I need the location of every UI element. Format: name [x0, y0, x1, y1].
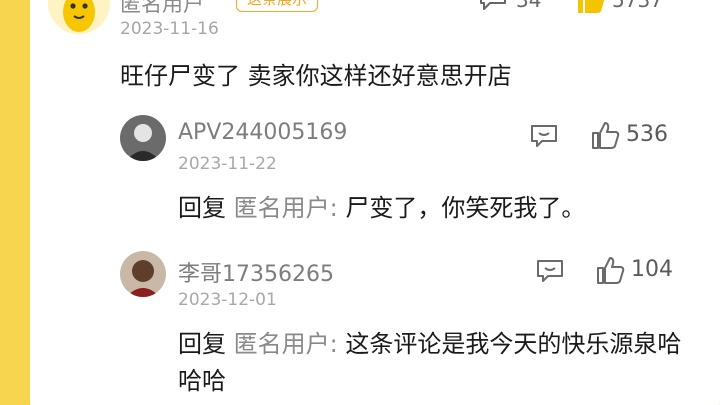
- reply-date: 2023-11-22: [178, 154, 277, 174]
- comment-username[interactable]: 匿名用户: [120, 0, 204, 18]
- thumbs-up-icon[interactable]: [590, 120, 620, 150]
- featured-badge: 这条展示: [236, 0, 319, 12]
- reply-prefix: 回复: [178, 194, 226, 222]
- reply-mention[interactable]: 匿名用户:: [234, 194, 338, 222]
- reply-date: 2023-12-01: [178, 290, 277, 310]
- thumbs-up-filled-icon[interactable]: [576, 0, 606, 14]
- like-count: 5737: [612, 0, 663, 12]
- comment-text: 旺仔尸变了 卖家你这样还好意思开店: [120, 62, 512, 90]
- reply-count: 34: [516, 0, 542, 12]
- reply-body: 尸变了，你笑死我了。: [345, 194, 586, 222]
- comment-icon[interactable]: [536, 259, 564, 283]
- thumbs-up-icon[interactable]: [595, 255, 625, 285]
- comment-icon[interactable]: [530, 124, 558, 148]
- reply-mention[interactable]: 匿名用户:: [234, 330, 338, 358]
- like-count: 536: [626, 122, 668, 147]
- reply-username[interactable]: APV244005169: [178, 120, 347, 145]
- reply-username[interactable]: 李哥17356265: [178, 256, 334, 288]
- reply-prefix: 回复: [178, 330, 226, 358]
- reply-icon[interactable]: [478, 0, 508, 12]
- reply-text: 回复 匿名用户: 这条评论是我今天的快乐源泉哈哈哈: [178, 326, 683, 400]
- user-avatar[interactable]: [120, 115, 166, 161]
- comment-date: 2023-11-16: [120, 19, 219, 39]
- user-avatar[interactable]: [120, 251, 166, 297]
- reply-text: 回复 匿名用户: 尸变了，你笑死我了。: [178, 190, 688, 227]
- like-count: 104: [631, 257, 673, 282]
